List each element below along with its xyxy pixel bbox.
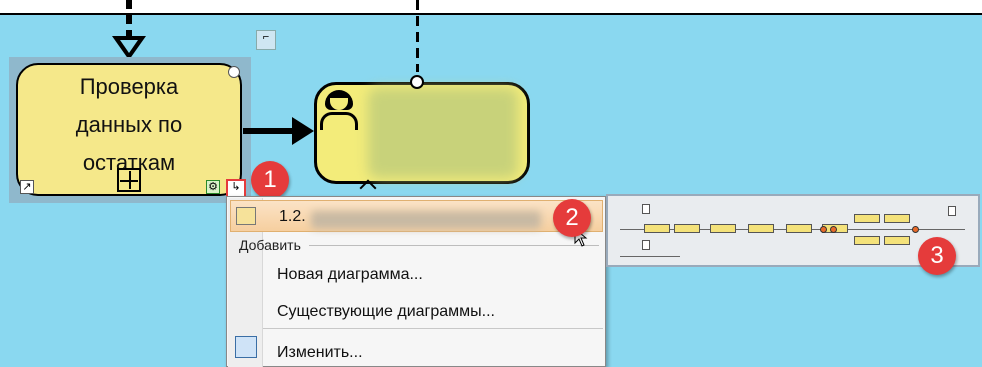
pool-border — [0, 13, 982, 15]
callout-badge-1: 1 — [251, 161, 289, 199]
sequence-flow — [243, 128, 295, 134]
subprocess-label-line: Проверка — [79, 74, 179, 99]
menu-item-redacted — [311, 211, 541, 229]
diagram-icon — [236, 207, 256, 225]
menu-item-current-diagram[interactable]: 1.2. — [230, 200, 603, 232]
user-task-label-redacted — [368, 88, 518, 178]
link-icon[interactable]: ↗ — [20, 180, 34, 194]
menu-item-existing-diagrams[interactable]: Существующие диаграммы... — [277, 302, 495, 322]
menu-item-new-diagram[interactable]: Новая диаграмма... — [277, 265, 423, 285]
route-icon[interactable]: ⌐ — [256, 30, 276, 50]
canvas-top-strip — [0, 0, 982, 13]
message-flow — [416, 0, 419, 72]
sequence-flow-arrowhead — [292, 117, 314, 145]
subprocess-label-line: данных по — [75, 112, 183, 137]
context-menu[interactable]: 1.2. Добавить Новая диаграмма... Существ… — [226, 196, 606, 367]
gear-icon[interactable]: ⚙ — [206, 180, 220, 194]
message-port — [410, 75, 424, 89]
menu-item-label: 1.2. — [279, 208, 306, 225]
menu-item-edit[interactable]: Изменить... — [277, 343, 363, 363]
subprocess-marker-icon — [117, 168, 141, 192]
subprocess-label: Проверка данных по остаткам — [16, 68, 242, 182]
callout-badge-3: 3 — [918, 237, 956, 275]
menu-section-label: Добавить — [239, 237, 301, 253]
edit-icon — [235, 336, 257, 358]
menu-separator — [263, 328, 603, 329]
menu-separator — [309, 245, 599, 246]
incoming-flow — [126, 0, 132, 40]
resize-handle-icon[interactable] — [228, 66, 240, 78]
diagram-canvas[interactable]: ⌐ Проверка данных по остаткам ↗ ⚙ ↳ 1 1.… — [0, 0, 982, 367]
callout-badge-2: 2 — [553, 199, 591, 237]
